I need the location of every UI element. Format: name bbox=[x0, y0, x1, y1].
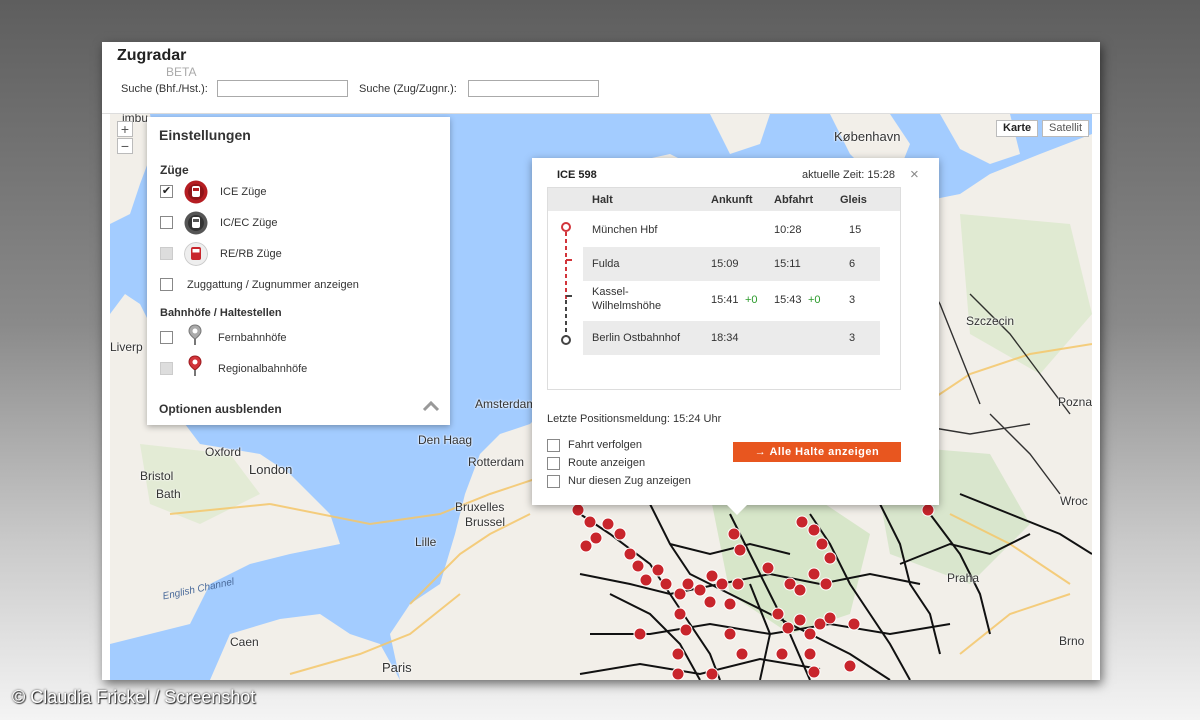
rerb-train-icon bbox=[184, 242, 208, 266]
map-type-karte[interactable]: Karte bbox=[996, 120, 1039, 137]
beta-label: BETA bbox=[166, 65, 197, 79]
ankunft-cell: 18:34 bbox=[711, 332, 739, 344]
table-row[interactable]: Berlin Ostbahnhof 18:34 3 bbox=[583, 321, 880, 355]
city-label: Caen bbox=[230, 635, 259, 649]
popup-pointer bbox=[727, 505, 747, 515]
halt-cell: München Hbf bbox=[592, 224, 658, 236]
ice-label: ICE Züge bbox=[220, 186, 267, 198]
halt-cell: Fulda bbox=[592, 258, 620, 270]
follow-checkbox[interactable] bbox=[547, 439, 560, 452]
gleis-cell: 3 bbox=[849, 332, 856, 344]
icec-train-icon bbox=[184, 211, 208, 235]
hide-options-link[interactable]: Optionen ausblenden bbox=[159, 402, 282, 416]
city-label: Praha bbox=[947, 571, 980, 585]
stations-section-title: Bahnhöfe / Haltestellen bbox=[160, 307, 282, 319]
header: Zugradar BETA Suche (Bhf./Hst.): Suche (… bbox=[102, 42, 1100, 114]
rerb-label: RE/RB Züge bbox=[220, 248, 282, 260]
chevron-up-icon[interactable] bbox=[422, 400, 440, 412]
gleis-cell: 3 bbox=[849, 294, 856, 306]
city-label: London bbox=[249, 462, 293, 477]
route-line-icon bbox=[561, 222, 572, 345]
city-label: Lille bbox=[415, 535, 437, 549]
search-station-input[interactable] bbox=[217, 80, 348, 97]
ice-checkbox[interactable]: ✔ bbox=[160, 185, 173, 198]
train-info-popup: ICE 598 aktuelle Zeit: 15:28 × Halt Anku… bbox=[532, 158, 939, 515]
city-label: Brno bbox=[1059, 634, 1085, 648]
column-ankunft: Ankunft bbox=[711, 194, 753, 206]
table-row[interactable]: München Hbf 10:28 15 bbox=[583, 213, 880, 247]
city-label: Pozna bbox=[1058, 395, 1092, 409]
city-label: Bristol bbox=[140, 469, 174, 483]
table-row[interactable]: Fulda 15:09 15:11 6 bbox=[583, 247, 880, 281]
icec-checkbox[interactable] bbox=[160, 216, 173, 229]
train-name: ICE 598 bbox=[557, 169, 597, 181]
city-label: Brussel bbox=[465, 515, 506, 529]
city-label: Liverp bbox=[110, 340, 143, 354]
city-label: Szczecin bbox=[966, 314, 1015, 328]
abfahrt-cell: 10:28 bbox=[774, 224, 802, 236]
ankunft-cell: 15:41 bbox=[711, 294, 739, 306]
ankunft-delay: +0 bbox=[745, 294, 758, 306]
column-gleis: Gleis bbox=[840, 194, 867, 206]
table-row[interactable]: Kassel- Wilhelmshöhe 15:41 +0 15:43 +0 3 bbox=[583, 283, 880, 317]
show-all-stops-button[interactable]: → Alle Halte anzeigen bbox=[733, 442, 901, 462]
regionalbahnhof-pin-icon bbox=[188, 355, 202, 376]
close-icon[interactable]: × bbox=[910, 166, 919, 183]
zoom-out-button[interactable]: − bbox=[117, 138, 133, 154]
column-halt: Halt bbox=[592, 194, 613, 206]
copyright: © Claudia Frickel / Screenshot bbox=[12, 687, 256, 707]
city-label: København bbox=[834, 129, 901, 144]
trains-section-title: Züge bbox=[160, 163, 189, 177]
arrow-right-icon: → bbox=[754, 446, 767, 458]
city-label: Bath bbox=[156, 487, 181, 501]
gleis-cell: 15 bbox=[849, 224, 862, 236]
stops-table: Halt Ankunft Abfahrt Gleis München Hbf 1… bbox=[547, 187, 901, 390]
app-title: Zugradar bbox=[117, 47, 187, 64]
settings-panel: Einstellungen Züge ✔ ICE Züge IC/EC Züge bbox=[147, 117, 450, 425]
regional-checkbox[interactable] bbox=[160, 362, 173, 375]
city-label: Oxford bbox=[205, 445, 242, 459]
only-this-train-checkbox[interactable] bbox=[547, 475, 560, 488]
app-window: Zugradar BETA Suche (Bhf./Hst.): Suche (… bbox=[102, 42, 1100, 680]
abfahrt-delay: +0 bbox=[808, 294, 821, 306]
only-this-train-label: Nur diesen Zug anzeigen bbox=[568, 475, 691, 487]
gleis-cell: 6 bbox=[849, 258, 856, 270]
last-position: Letzte Positionsmeldung: 15:24 Uhr bbox=[547, 413, 722, 425]
city-label: Bruxelles bbox=[455, 500, 505, 514]
rerb-checkbox[interactable] bbox=[160, 247, 173, 260]
map-type-satellit[interactable]: Satellit bbox=[1042, 120, 1090, 137]
zoom-in-button[interactable]: + bbox=[117, 121, 133, 137]
halt-cell: Kassel- bbox=[592, 286, 629, 298]
search-train-label: Suche (Zug/Zugnr.): bbox=[359, 83, 457, 95]
search-train-input[interactable] bbox=[468, 80, 599, 97]
zuggattung-label: Zuggattung / Zugnummer anzeigen bbox=[187, 279, 359, 291]
follow-label: Fahrt verfolgen bbox=[568, 439, 642, 451]
fern-label: Fernbahnhöfe bbox=[218, 332, 287, 344]
zuggattung-checkbox[interactable] bbox=[160, 278, 173, 291]
settings-title: Einstellungen bbox=[159, 127, 251, 143]
ankunft-cell: 15:09 bbox=[711, 258, 739, 270]
icec-label: IC/EC Züge bbox=[220, 217, 278, 229]
ice-train-icon bbox=[184, 180, 208, 204]
regional-label: Regionalbahnhöfe bbox=[218, 363, 308, 375]
route-checkbox[interactable] bbox=[547, 457, 560, 470]
table-header: Halt Ankunft Abfahrt Gleis bbox=[548, 188, 900, 211]
show-all-stops-label: Alle Halte anzeigen bbox=[769, 446, 880, 458]
search-station-label: Suche (Bhf./Hst.): bbox=[121, 83, 208, 95]
city-label: Rotterdam bbox=[468, 455, 525, 469]
halt-cell: Berlin Ostbahnhof bbox=[592, 332, 681, 344]
halt-cell-line2: Wilhelmshöhe bbox=[592, 300, 662, 312]
fernbahnhof-pin-icon bbox=[188, 324, 202, 345]
abfahrt-cell: 15:11 bbox=[774, 258, 801, 270]
city-label: Wroc bbox=[1060, 494, 1088, 508]
route-label: Route anzeigen bbox=[568, 457, 646, 469]
city-label: Paris bbox=[382, 660, 412, 675]
abfahrt-cell: 15:43 bbox=[774, 294, 802, 306]
column-abfahrt: Abfahrt bbox=[774, 194, 814, 206]
current-time: aktuelle Zeit: 15:28 bbox=[802, 169, 895, 181]
fern-checkbox[interactable] bbox=[160, 331, 173, 344]
city-label: Amsterdam bbox=[475, 397, 537, 411]
city-label: Den Haag bbox=[418, 433, 473, 447]
